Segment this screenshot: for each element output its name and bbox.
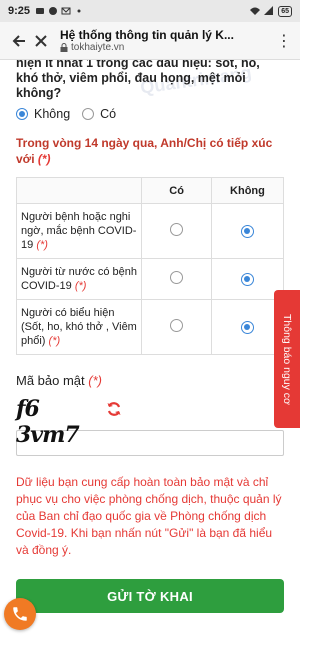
submit-button[interactable]: GỬI TỜ KHAI (16, 579, 284, 613)
table-row: Người bệnh hoặc nghi ngờ, mắc bệnh COVID… (15, 203, 285, 259)
radio-co-label: Có (100, 107, 117, 121)
table-header-empty (15, 177, 143, 204)
question-contact-text: Trong vòng 14 ngày qua, Anh/Chị có tiếp … (16, 136, 273, 166)
wifi-icon (250, 7, 261, 15)
message-icon (36, 8, 45, 14)
risk-notification-tab[interactable]: Thông báo nguy cơ (274, 290, 300, 428)
back-arrow-icon[interactable] (8, 30, 30, 52)
url-text: tokhaiyte.vn (71, 42, 125, 53)
radio-row1-khong[interactable] (240, 224, 254, 238)
notification-dot-icon (77, 9, 81, 13)
table-cell-khong (210, 203, 285, 259)
required-marker: (*) (36, 239, 48, 251)
close-icon[interactable] (30, 30, 52, 52)
captcha-label: Mã bảo mật (*) (16, 373, 284, 388)
table-header-khong: Không (210, 177, 285, 204)
table-row: Người có biểu hiện (Sốt, ho, khó thở , V… (15, 299, 285, 355)
required-marker: (*) (48, 335, 61, 347)
refresh-icon[interactable] (106, 401, 122, 417)
mail-icon (61, 7, 71, 15)
battery-icon: 65 (278, 5, 292, 17)
radio-row3-khong[interactable] (240, 320, 254, 334)
status-icons (35, 6, 84, 16)
contact-table: Có Không Người bệnh hoặc nghi ngờ, mắc b… (15, 177, 285, 355)
status-bar: 9:25 65 (0, 0, 300, 22)
symptoms-radio-group: Không Có (16, 107, 284, 121)
table-row-label: Người có biểu hiện (Sốt, ho, khó thở , V… (15, 299, 143, 355)
browser-toolbar: Hệ thống thông tin quản lý K... tokhaiyt… (0, 22, 300, 60)
table-cell-khong (210, 299, 285, 355)
table-cell-co (141, 203, 212, 259)
call-button[interactable] (4, 598, 36, 630)
required-marker: (*) (74, 280, 87, 292)
page-title: Hệ thống thông tin quản lý K... (60, 28, 234, 42)
row-label-text: Người có biểu hiện (Sốt, ho, khó thở , V… (21, 307, 137, 347)
table-header-co: Có (141, 177, 212, 204)
phone-icon (13, 607, 27, 621)
form-content: hiện ít nhất 1 trong các dấu hiệu: sốt, … (0, 60, 300, 650)
radio-row2-khong[interactable] (240, 272, 254, 286)
captcha-image: f6 3vm7 (16, 396, 80, 448)
table-row-label: Người bệnh hoặc nghi ngờ, mắc bệnh COVID… (15, 203, 143, 259)
captcha-label-text: Mã bảo mật (16, 373, 85, 388)
required-marker: (*) (88, 373, 102, 388)
browser-title-area[interactable]: Hệ thống thông tin quản lý K... tokhaiyt… (60, 28, 276, 53)
more-vert-icon[interactable]: ⋮ (276, 31, 292, 51)
question-contact: Trong vòng 14 ngày qua, Anh/Chị có tiếp … (16, 135, 284, 167)
radio-row3-co[interactable] (170, 319, 184, 332)
table-cell-khong (210, 258, 285, 300)
radio-row2-co[interactable] (170, 271, 184, 284)
table-cell-co (141, 299, 212, 355)
signal-icon (264, 6, 274, 15)
chat-icon (49, 7, 58, 15)
privacy-notice: Dữ liệu bạn cung cấp hoàn toàn bảo mật v… (16, 475, 282, 557)
table-header-row: Có Không (15, 177, 285, 204)
status-right: 65 (250, 5, 292, 17)
radio-khong[interactable] (16, 108, 28, 120)
radio-co[interactable] (82, 108, 95, 120)
status-time: 9:25 (8, 5, 31, 17)
radio-khong-label: Không (34, 107, 71, 121)
required-marker: (*) (37, 152, 51, 166)
table-cell-co (141, 258, 212, 300)
table-row-label: Người từ nước có bệnh COVID-19 (*) (15, 258, 143, 300)
risk-notification-label: Thông báo nguy cơ (281, 313, 293, 405)
table-row: Người từ nước có bệnh COVID-19 (*) (15, 258, 285, 300)
captcha-row: f6 3vm7 (16, 394, 284, 448)
lock-icon (60, 43, 68, 52)
question-symptoms: hiện ít nhất 1 trong các dấu hiệu: sốt, … (16, 60, 260, 100)
radio-row1-co[interactable] (170, 223, 184, 236)
url-display: tokhaiyte.vn (60, 42, 276, 53)
